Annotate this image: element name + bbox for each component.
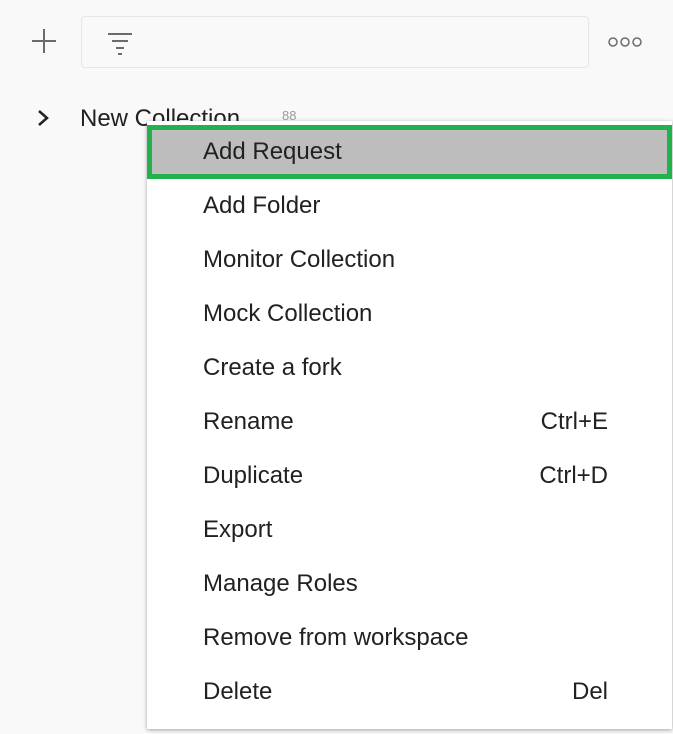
filter-box[interactable] [81,16,589,68]
menu-item-create-a-fork[interactable]: Create a fork [147,341,672,395]
menu-item-label: Add Request [203,138,342,165]
menu-item-add-folder[interactable]: Add Folder [147,179,672,233]
menu-item-delete[interactable]: Delete Del [147,665,672,719]
menu-item-label: Create a fork [203,354,342,381]
menu-item-manage-roles[interactable]: Manage Roles [147,557,672,611]
menu-item-add-request[interactable]: Add Request [147,125,672,179]
menu-item-label: Delete [203,678,273,705]
menu-item-monitor-collection[interactable]: Monitor Collection [147,233,672,287]
menu-item-label: Remove from workspace [203,624,469,651]
menu-item-label: Mock Collection [203,300,373,327]
menu-item-mock-collection[interactable]: Mock Collection [147,287,672,341]
menu-item-label: Add Folder [203,192,321,219]
menu-item-remove-from-workspace[interactable]: Remove from workspace [147,611,672,665]
collection-context-menu: Add Request Add Folder Monitor Collection M… [147,121,672,729]
menu-item-shortcut: Ctrl+E [540,408,608,435]
more-options-button[interactable] [605,28,645,56]
more-horizontal-icon [608,37,642,47]
menu-item-duplicate[interactable]: Duplicate Ctrl+D [147,449,672,503]
chevron-right-icon[interactable] [32,106,54,130]
menu-item-label: Manage Roles [203,570,358,597]
new-collection-button[interactable] [25,22,63,60]
menu-item-shortcut: Del [571,678,608,705]
plus-icon [32,29,56,53]
sidebar-panel: New Collection 88 Add Request Add Folder M… [0,0,673,734]
menu-item-label: Monitor Collection [203,246,396,273]
menu-item-label: Rename [203,408,294,435]
menu-item-shortcut: Ctrl+D [539,462,608,489]
menu-item-rename[interactable]: Rename Ctrl+E [147,395,672,449]
menu-item-label: Duplicate [203,462,304,489]
filter-icon [108,33,132,55]
menu-item-export[interactable]: Export [147,503,672,557]
filter-input[interactable] [146,25,570,61]
collections-toolbar [0,14,673,70]
menu-item-label: Export [203,516,273,543]
